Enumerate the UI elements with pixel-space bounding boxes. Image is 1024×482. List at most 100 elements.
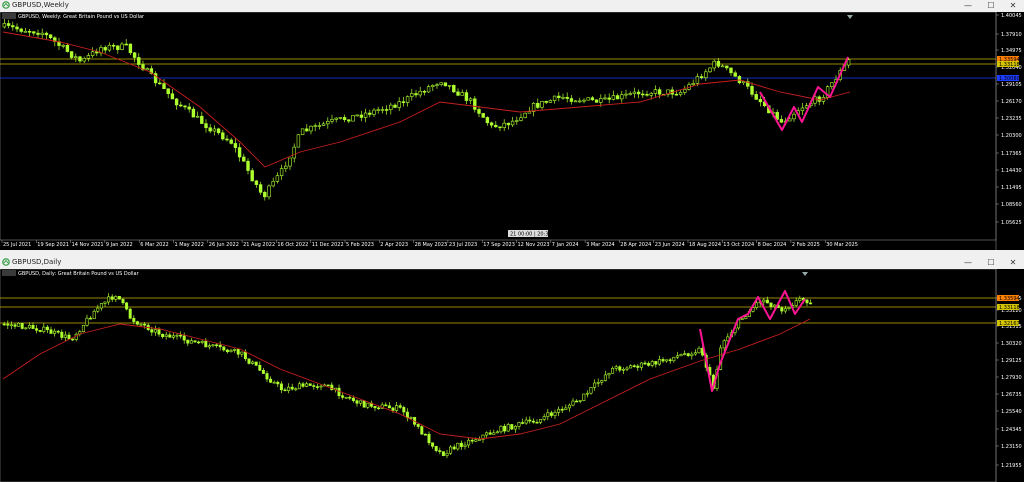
candle[interactable]	[647, 363, 651, 366]
candle[interactable]	[145, 68, 149, 71]
candle[interactable]	[434, 446, 438, 451]
candle[interactable]	[305, 128, 309, 132]
candle[interactable]	[708, 67, 712, 73]
candle[interactable]	[788, 118, 792, 122]
candle[interactable]	[168, 334, 172, 338]
candle[interactable]	[121, 298, 125, 304]
candle[interactable]	[510, 120, 515, 126]
candle[interactable]	[120, 43, 124, 50]
candle[interactable]	[398, 405, 402, 408]
candle[interactable]	[312, 385, 316, 387]
candle[interactable]	[276, 381, 280, 385]
candle[interactable]	[477, 439, 481, 441]
candle[interactable]	[275, 175, 280, 182]
candle[interactable]	[740, 318, 744, 320]
candle[interactable]	[15, 26, 19, 30]
candle[interactable]	[674, 93, 679, 96]
candle[interactable]	[170, 93, 175, 100]
candle[interactable]	[548, 100, 553, 103]
candle[interactable]	[564, 407, 568, 411]
candle[interactable]	[565, 96, 569, 99]
candle[interactable]	[603, 374, 607, 381]
candle[interactable]	[578, 100, 582, 103]
candle[interactable]	[338, 117, 343, 119]
candle[interactable]	[499, 425, 503, 433]
candle[interactable]	[200, 115, 204, 124]
candle[interactable]	[657, 89, 662, 95]
candle[interactable]	[481, 113, 485, 118]
candle[interactable]	[693, 352, 697, 355]
candle[interactable]	[179, 334, 183, 337]
candle[interactable]	[536, 103, 540, 108]
candle[interactable]	[668, 359, 672, 362]
candle[interactable]	[586, 97, 590, 101]
candle[interactable]	[502, 122, 506, 128]
candle[interactable]	[254, 361, 258, 366]
candle[interactable]	[704, 71, 708, 79]
candle[interactable]	[204, 341, 208, 348]
candle[interactable]	[607, 97, 611, 100]
candle[interactable]	[221, 132, 225, 140]
candle[interactable]	[503, 425, 507, 432]
candle[interactable]	[573, 100, 578, 103]
candle[interactable]	[189, 340, 193, 344]
candle[interactable]	[672, 356, 676, 362]
candle[interactable]	[683, 89, 687, 93]
candle[interactable]	[128, 308, 132, 319]
candle[interactable]	[456, 91, 460, 96]
candle[interactable]	[211, 344, 215, 347]
candle[interactable]	[236, 349, 240, 355]
candle[interactable]	[124, 43, 128, 46]
candle[interactable]	[506, 122, 511, 126]
candle[interactable]	[798, 298, 802, 301]
candle[interactable]	[460, 92, 464, 96]
candle[interactable]	[387, 405, 391, 409]
candle[interactable]	[296, 134, 301, 148]
candle[interactable]	[200, 341, 204, 343]
candle[interactable]	[611, 95, 616, 100]
candle[interactable]	[780, 307, 784, 312]
candle[interactable]	[603, 97, 607, 100]
candle[interactable]	[222, 346, 226, 351]
candle[interactable]	[441, 451, 445, 456]
candle[interactable]	[542, 416, 546, 420]
candle[interactable]	[65, 44, 70, 52]
candle[interactable]	[409, 417, 413, 419]
candle[interactable]	[506, 424, 510, 432]
candle[interactable]	[251, 361, 255, 364]
candle[interactable]	[187, 106, 191, 110]
candle[interactable]	[621, 368, 625, 371]
candle[interactable]	[6, 323, 10, 326]
candle[interactable]	[135, 321, 139, 325]
candle[interactable]	[657, 359, 661, 365]
candle[interactable]	[351, 397, 355, 401]
candle[interactable]	[557, 95, 561, 98]
candle[interactable]	[271, 181, 275, 187]
candle[interactable]	[82, 58, 86, 62]
candle[interactable]	[27, 324, 31, 329]
candle[interactable]	[6, 23, 11, 26]
candle[interactable]	[153, 329, 157, 333]
candle[interactable]	[283, 389, 287, 392]
candle[interactable]	[355, 114, 359, 117]
candle[interactable]	[111, 44, 116, 47]
candle[interactable]	[528, 419, 532, 422]
candle[interactable]	[334, 117, 338, 120]
candle[interactable]	[17, 322, 21, 327]
candle[interactable]	[553, 412, 557, 416]
candle[interactable]	[645, 93, 649, 96]
daily-titlebar[interactable]: GBPUSD,Daily — ☐ ✕	[0, 257, 1024, 268]
candle[interactable]	[9, 324, 13, 327]
candle[interactable]	[207, 345, 211, 348]
candle[interactable]	[477, 109, 481, 114]
candle[interactable]	[321, 123, 326, 126]
candle[interactable]	[225, 349, 229, 353]
candle[interactable]	[431, 85, 435, 87]
candle[interactable]	[540, 101, 544, 108]
candle[interactable]	[40, 32, 44, 35]
candle[interactable]	[686, 353, 690, 357]
candle[interactable]	[744, 316, 748, 319]
candle[interactable]	[794, 300, 798, 306]
candle[interactable]	[20, 322, 24, 329]
candle[interactable]	[817, 96, 821, 102]
